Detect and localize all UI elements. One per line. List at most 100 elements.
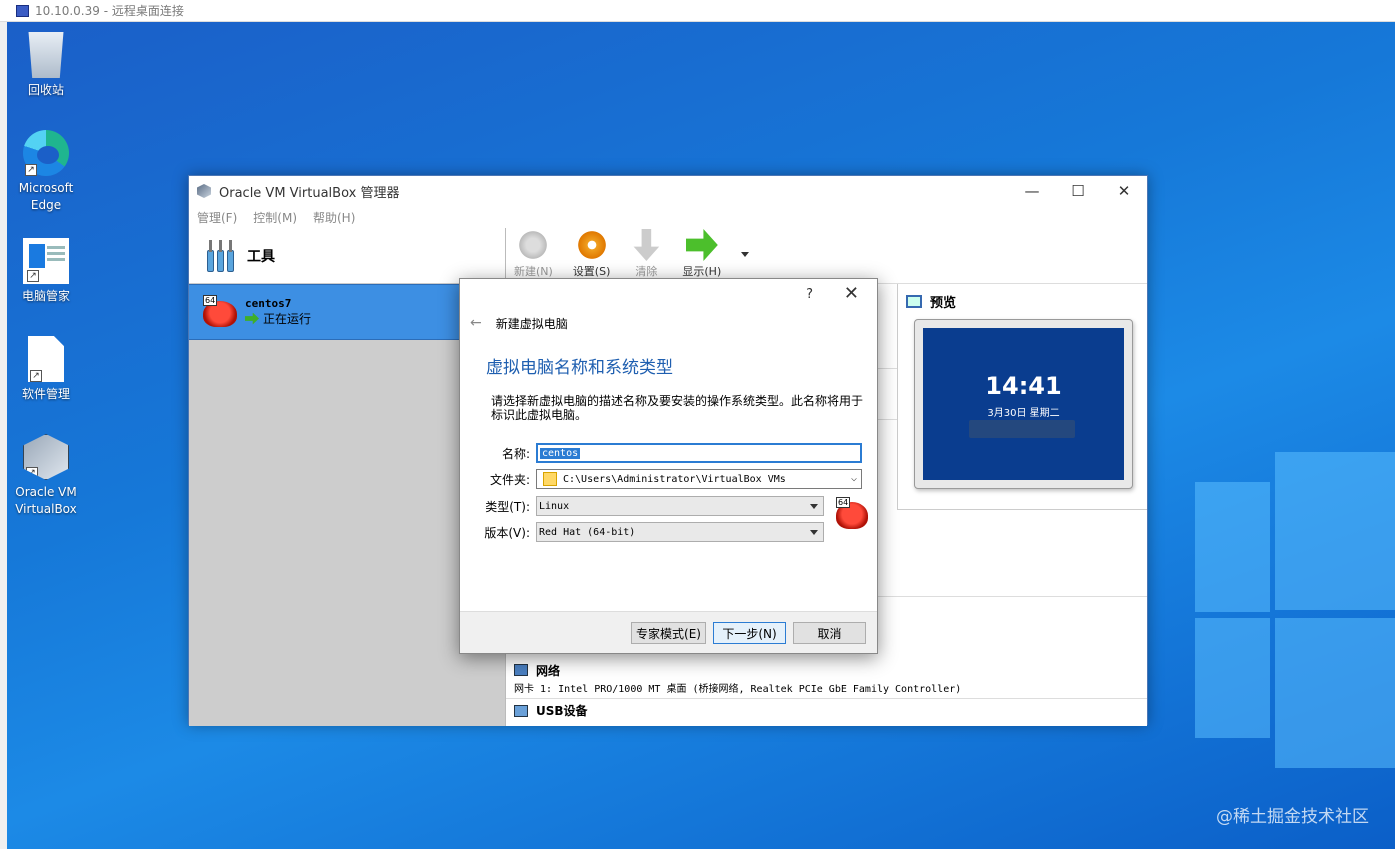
show-button[interactable]: 显示(H)	[682, 229, 721, 279]
version-select[interactable]: Red Hat (64-bit)	[536, 522, 824, 542]
virtualbox-icon: ↗	[23, 434, 69, 480]
expert-mode-button[interactable]: 专家模式(E)	[631, 622, 706, 644]
window-title-bar[interactable]: Oracle VM VirtualBox 管理器	[189, 176, 1147, 206]
new-icon	[517, 229, 550, 261]
os-64bit-badge: 64	[203, 295, 218, 306]
rdp-title: 10.10.0.39 - 远程桌面连接	[35, 4, 184, 18]
name-value: centos	[540, 447, 581, 459]
settings-gear-icon	[575, 229, 608, 261]
network-icon	[514, 664, 528, 676]
network-title[interactable]: 网络	[536, 662, 560, 679]
folder-icon	[543, 472, 557, 486]
rdp-title-bar: 10.10.0.39 - 远程桌面连接	[0, 0, 1395, 22]
remote-desktop-icon	[16, 4, 29, 17]
chevron-down-icon: ⌵	[850, 473, 857, 484]
desktop-icon-edge[interactable]: ↗ Microsoft Edge	[6, 130, 86, 214]
show-arrow-icon	[685, 229, 718, 261]
folder-label: 文件夹:	[489, 472, 530, 487]
vm-state-label: 正在运行	[263, 312, 312, 326]
minimize-button[interactable]: —	[1009, 176, 1055, 206]
toolbar: 新建(N) 设置(S) 清除 显示(H)	[506, 228, 1147, 284]
back-arrow-icon[interactable]: ←	[470, 315, 482, 331]
menu-file[interactable]: 管理(F)	[197, 209, 237, 226]
usb-title[interactable]: USB设备	[536, 702, 588, 719]
preview-notification	[969, 420, 1075, 438]
desktop-icon-label: 电脑管家	[21, 289, 70, 303]
cancel-button[interactable]: 取消	[793, 622, 866, 644]
desktop-icon-pc-manager[interactable]: ↗ 电脑管家	[6, 238, 86, 305]
tools-item[interactable]: 工具	[189, 228, 505, 284]
dialog-close-button[interactable]: ✕	[844, 283, 859, 304]
dialog-footer: 专家模式(E) 下一步(N) 取消	[460, 611, 877, 653]
help-button[interactable]: ?	[806, 287, 813, 302]
preview-screen[interactable]: 14:41 3月30日 星期二	[914, 319, 1133, 489]
version-label: 版本(V):	[484, 525, 530, 540]
next-button[interactable]: 下一步(N)	[713, 622, 786, 644]
type-label: 类型(T):	[485, 499, 530, 514]
settings-label: 设置(S)	[572, 265, 611, 278]
monitor-icon	[906, 295, 922, 308]
redhat-os-icon: 64	[836, 497, 868, 529]
virtualbox-icon	[197, 184, 211, 198]
desktop-icon-label: Oracle VM VirtualBox	[15, 485, 77, 516]
settings-button[interactable]: 设置(S)	[572, 229, 611, 279]
show-dropdown-icon[interactable]	[741, 252, 750, 257]
folder-row: 文件夹: C:\Users\Administrator\VirtualBox V…	[460, 469, 877, 489]
discard-icon	[633, 229, 660, 261]
redhat-os-icon: 64	[203, 295, 237, 329]
preview-time: 14:41	[985, 372, 1062, 400]
maximize-button[interactable]: ☐	[1055, 176, 1101, 206]
name-row: 名称: centos	[460, 443, 877, 463]
menu-help[interactable]: 帮助(H)	[313, 209, 355, 226]
network-section: 网络 网卡 1: Intel PRO/1000 MT 桌面 (桥接网络, Rea…	[506, 658, 1147, 722]
dropdown-arrow-icon	[810, 504, 818, 509]
wizard-heading: 虚拟电脑名称和系统类型	[486, 358, 673, 378]
show-label: 显示(H)	[682, 265, 722, 278]
folder-value: C:\Users\Administrator\VirtualBox VMs	[563, 473, 786, 485]
name-input[interactable]: centos	[536, 443, 862, 463]
desktop-icon-label: 软件管理	[21, 387, 70, 401]
document-icon: ↗	[28, 336, 64, 382]
recycle-bin-icon	[28, 32, 64, 78]
wizard-title: 新建虚拟电脑	[495, 316, 568, 331]
version-row: 版本(V): Red Hat (64-bit)	[460, 522, 877, 542]
vm-item-centos7[interactable]: 64 centos7 正在运行	[189, 284, 505, 340]
wizard-description: 请选择新虚拟电脑的描述名称及要安装的操作系统类型。此名称将用于标识此虚拟电脑。	[491, 394, 864, 422]
discard-label: 清除	[635, 265, 658, 278]
os-64bit-badge: 64	[836, 497, 851, 508]
close-button[interactable]: ✕	[1101, 176, 1147, 206]
wizard-nav: ← 新建虚拟电脑	[460, 311, 877, 335]
desktop-icon-recycle-bin[interactable]: 回收站	[6, 32, 86, 99]
type-select[interactable]: Linux	[536, 496, 824, 516]
discard-button[interactable]: 清除	[630, 229, 662, 279]
window-title: Oracle VM VirtualBox 管理器	[219, 185, 400, 201]
pc-manager-icon: ↗	[23, 238, 69, 284]
desktop-icon-label: Microsoft Edge	[18, 181, 74, 212]
preview-section: 预览 14:41 3月30日 星期二	[897, 284, 1147, 510]
dropdown-arrow-icon	[810, 530, 818, 535]
new-label: 新建(N)	[514, 265, 553, 278]
network-adapter-row: 网卡 1: Intel PRO/1000 MT 桌面 (桥接网络, Realte…	[514, 684, 962, 695]
windows-logo-wallpaper	[1195, 452, 1395, 849]
folder-select[interactable]: C:\Users\Administrator\VirtualBox VMs ⌵	[536, 469, 862, 489]
menu-machine[interactable]: 控制(M)	[253, 209, 297, 226]
menu-bar: 管理(F) 控制(M) 帮助(H)	[189, 206, 1147, 228]
running-arrow-icon	[245, 312, 259, 325]
type-value: Linux	[539, 500, 570, 512]
edge-icon: ↗	[23, 130, 69, 176]
desktop-icon-virtualbox[interactable]: ↗ Oracle VM VirtualBox	[6, 434, 86, 518]
new-vm-dialog: ? ✕ ← 新建虚拟电脑 虚拟电脑名称和系统类型 请选择新虚拟电脑的描述名称及要…	[459, 278, 878, 654]
desktop-icon-software-manager[interactable]: ↗ 软件管理	[6, 336, 86, 403]
tools-icon	[205, 239, 237, 272]
preview-title: 预览	[930, 296, 957, 311]
vm-state: 正在运行	[245, 310, 311, 327]
type-row: 类型(T): Linux	[460, 496, 877, 516]
usb-icon	[514, 704, 528, 717]
version-value: Red Hat (64-bit)	[539, 526, 636, 538]
name-label: 名称:	[501, 446, 530, 461]
desktop-icon-label: 回收站	[27, 83, 64, 97]
vm-name: centos7	[245, 297, 292, 310]
new-button[interactable]: 新建(N)	[514, 229, 553, 279]
watermark: @稀土掘金技术社区	[1216, 807, 1369, 827]
dialog-title-bar[interactable]: ? ✕	[460, 279, 877, 311]
